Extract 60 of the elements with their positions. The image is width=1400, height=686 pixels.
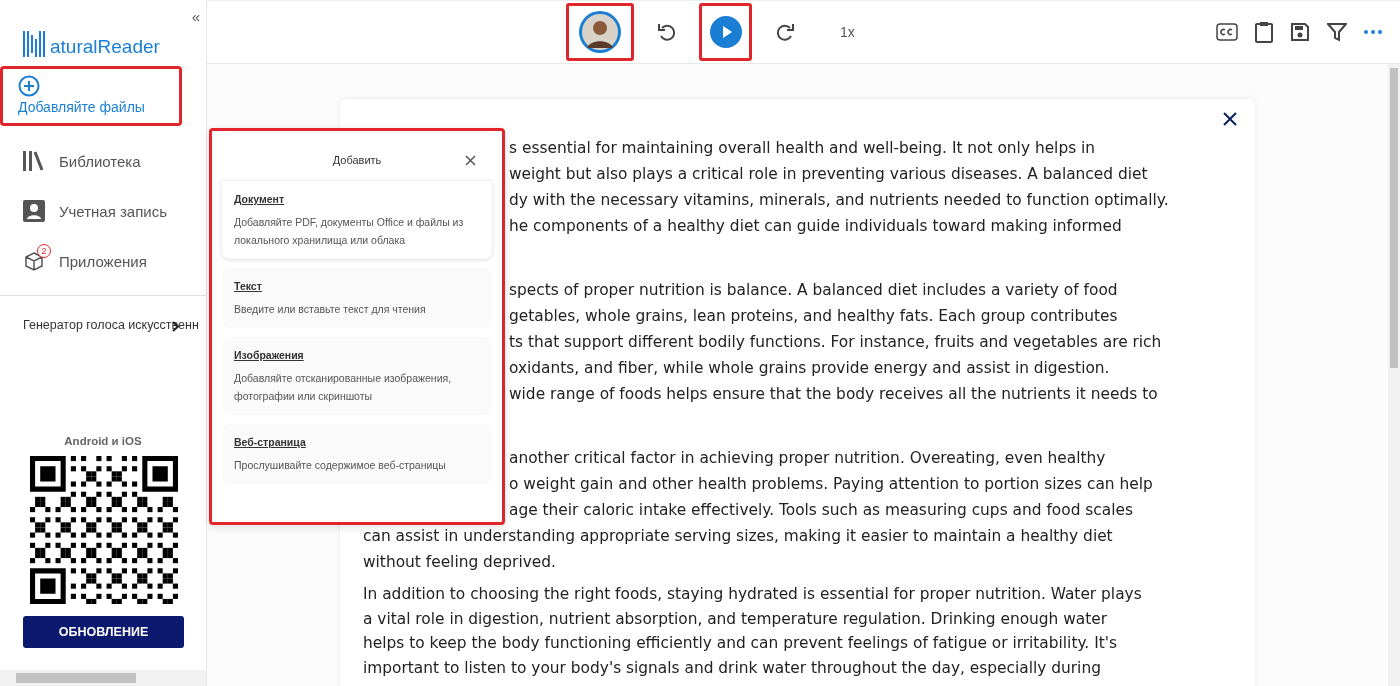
option-title: Изображения <box>234 349 305 361</box>
document-text-line: dy with the necessary vitamins, minerals, and nutrients needed to function optimally. <box>509 191 1169 209</box>
play-icon <box>709 16 742 48</box>
horizontal-scrollbar[interactable] <box>0 670 206 686</box>
sidebar-item[interactable]: Учетная запись <box>0 186 206 236</box>
upload-option[interactable]: Текст Введите или вставьте текст для чтения <box>222 268 492 328</box>
document-text-line: he components of a healthy diet can guide individuals toward making informed <box>509 217 1122 235</box>
update-button[interactable]: ОБНОВЛЕНИЕ <box>23 616 184 648</box>
avatar-icon <box>578 10 622 54</box>
document-text-line: important to listen to your body's signals and drink water throughout the day, especially during <box>363 658 1101 677</box>
more-icon[interactable] <box>1364 30 1382 34</box>
document-text-line: spects of proper nutrition is balance. A balanced diet includes a variety of food <box>509 281 1118 299</box>
play-button[interactable] <box>699 3 752 61</box>
document-text-line: a vital role in digestion, nutrient absorption, and temperature regulation. Drinking enough water <box>363 609 1108 628</box>
rewind-icon[interactable] <box>656 21 678 43</box>
plus-circle-icon <box>18 75 40 97</box>
logo-text: aturalReader <box>50 36 160 58</box>
option-title: Документ <box>234 193 286 205</box>
document-text-line: ts that support different bodily functions. For instance, fruits and vegetables are rich <box>509 333 1162 351</box>
popup-title: Добавить <box>332 154 382 166</box>
account-icon <box>23 200 45 222</box>
sidebar-item[interactable]: 2 Приложения <box>0 236 206 286</box>
speed-button[interactable]: 1x <box>834 23 861 41</box>
document-text-line: without feeling deprived. <box>363 553 556 571</box>
option-description: Добавляйте отсканированные изображения, фотографии или скриншоты <box>234 371 453 404</box>
option-description: Добавляйте PDF, документы Office и файлы из локального хранилища или облака <box>234 215 465 248</box>
document-text-line: In addition to choosing the right foods, staying hydrated is essential for proper nutrition. Water plays <box>363 585 1142 603</box>
option-description: Введите или вставьте текст для чтения <box>234 302 427 317</box>
vertical-scrollbar[interactable] <box>1388 64 1400 686</box>
document-text-line: wide range of foods helps ensure that the body receives all the nutrients it needs to <box>509 385 1158 403</box>
upload-option[interactable]: Документ Добавляйте PDF, документы Office и файлы из локального хранилища или облака <box>222 181 492 259</box>
upload-option[interactable]: Изображения Добавляйте отсканированные изображения, фотографии или скриншоты <box>222 337 492 415</box>
document-text-line: can assist in understanding appropriate serving sizes, making it easier to maintain a healthy diet <box>363 527 1113 545</box>
close-icon[interactable] <box>1223 112 1237 126</box>
box-icon <box>23 250 45 272</box>
voice-avatar-button[interactable] <box>566 3 634 61</box>
library-icon <box>23 151 45 171</box>
close-icon[interactable] <box>465 155 476 166</box>
document-text-line: getables, whole grains, lean proteins, and healthy fats. Each group contributes <box>509 307 1118 325</box>
document-text-line: helps to keep the body functioning efficiently and can prevent feelings of fatigue or irritability. It's <box>363 634 1117 653</box>
document-text-line: age their caloric intake effectively. Tools such as measuring cups and food scales <box>509 501 1133 519</box>
add-files-button[interactable]: Добавляйте файлы <box>0 66 182 126</box>
upload-option[interactable]: Веб-страница Прослушивайте содержимое веб-страницы <box>222 424 492 484</box>
collapse-button[interactable]: « <box>191 8 200 25</box>
captions-icon[interactable] <box>1216 23 1238 41</box>
forward-icon[interactable] <box>774 21 796 43</box>
document-text-line: weight but also plays a critical role in preventing various diseases. A balanced diet <box>509 165 1148 183</box>
notification-badge: 2 <box>37 244 51 258</box>
sidebar-item[interactable]: Библиотека <box>0 136 206 186</box>
option-description: Прослушивайте содержимое веб-страницы <box>234 458 447 473</box>
document-text-line: o weight gain and other health problems. Paying attention to portion sizes can help <box>509 475 1153 493</box>
option-title: Текст <box>234 280 263 292</box>
document-text-line: oxidants, and fiber, while whole grains provide energy and assist in digestion. <box>509 359 1110 377</box>
clipboard-icon[interactable] <box>1255 21 1273 43</box>
apps-caption: Android и iOS <box>63 435 143 447</box>
filter-icon[interactable] <box>1327 22 1347 42</box>
save-icon[interactable] <box>1290 22 1310 42</box>
document-text-line: s essential for maintaining overall health and well-being. It not only helps in <box>509 139 1096 157</box>
option-title: Веб-страница <box>234 436 307 448</box>
document-text-line: another critical factor in achieving proper nutrition. Overeating, even healthy <box>509 449 1106 467</box>
